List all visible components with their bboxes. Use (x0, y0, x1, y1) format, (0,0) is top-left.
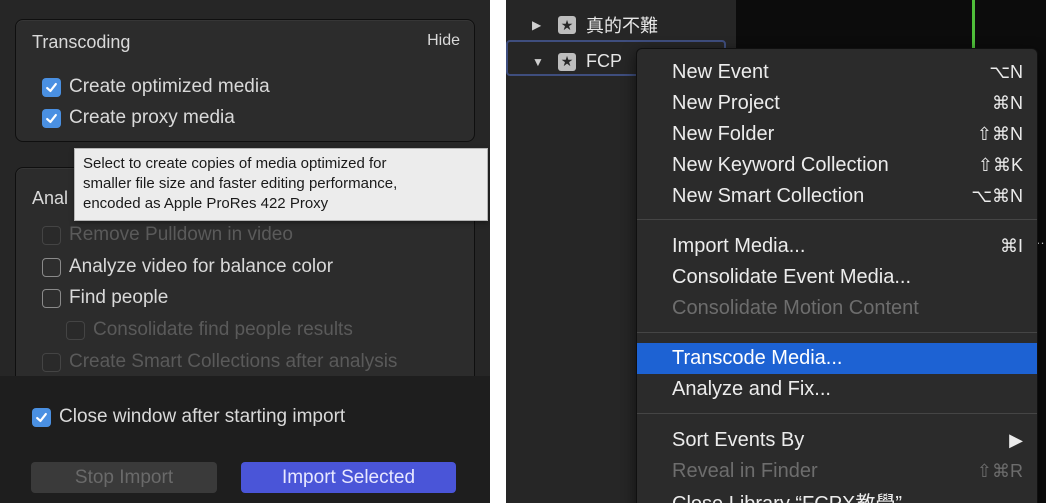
find-people-label: Find people (69, 287, 169, 308)
stop-import-button[interactable]: Stop Import (31, 462, 217, 493)
create-smart-collections-label: Create Smart Collections after analysis (69, 351, 398, 372)
analyze-balance-color-label: Analyze video for balance color (69, 256, 334, 277)
consolidate-find-people-label: Consolidate find people results (93, 319, 353, 340)
consolidate-find-people-checkbox: Consolidate find people results (66, 319, 353, 341)
disclosure-right-icon[interactable]: ▶ (532, 18, 544, 32)
import-selected-button[interactable]: Import Selected (241, 462, 456, 493)
checkmark-icon (42, 108, 61, 128)
disclosure-down-icon[interactable]: ▼ (532, 55, 544, 69)
menu-separator (637, 413, 1037, 414)
shortcut-label: ⌘I (999, 236, 1023, 256)
menu-item-sort-events-by[interactable]: Sort Events By ▶ (637, 425, 1037, 456)
shortcut-label: ⌥⌘N (971, 186, 1023, 206)
menu-item-new-folder[interactable]: New Folder ⇧⌘N (637, 119, 1037, 150)
library-row-label: 真的不難 (586, 16, 658, 36)
shortcut-label: ⌘N (992, 93, 1023, 113)
menu-item-new-smart-collection[interactable]: New Smart Collection ⌥⌘N (637, 181, 1037, 212)
proxy-media-tooltip: Select to create copies of media optimiz… (74, 148, 488, 221)
menu-item-new-keyword-collection[interactable]: New Keyword Collection ⇧⌘K (637, 150, 1037, 181)
submenu-arrow-icon: ▶ (1009, 430, 1023, 450)
menu-item-transcode-media[interactable]: Transcode Media... (637, 343, 1037, 374)
shortcut-label: ⇧⌘K (977, 155, 1023, 175)
checkmark-icon (32, 407, 51, 427)
shortcut-label: ⇧⌘N (976, 124, 1023, 144)
remove-pulldown-label: Remove Pulldown in video (69, 224, 293, 245)
analyze-balance-color-checkbox[interactable]: Analyze video for balance color (42, 256, 333, 278)
menu-item-consolidate-motion-content: Consolidate Motion Content (672, 297, 919, 319)
transcoding-title: Transcoding (32, 32, 131, 52)
library-row-1[interactable]: ▶ ★ 真的不難 (532, 12, 658, 38)
menu-item-analyze-and-fix[interactable]: Analyze and Fix... (637, 374, 1037, 405)
transcoding-section: Transcoding Hide Create optimized media … (15, 19, 475, 142)
star-icon: ★ (558, 16, 576, 34)
create-smart-collections-checkbox: Create Smart Collections after analysis (42, 351, 397, 373)
checkmark-icon (42, 77, 61, 97)
import-options-panel: Transcoding Hide Create optimized media … (0, 0, 490, 503)
find-people-checkbox[interactable]: Find people (42, 287, 168, 309)
menu-separator (637, 219, 1037, 220)
menu-item-reveal-in-finder: Reveal in Finder ⇧⌘R (672, 460, 1023, 482)
menu-item-import-media[interactable]: Import Media... ⌘I (637, 231, 1037, 262)
menu-item-consolidate-event-media[interactable]: Consolidate Event Media... (637, 262, 1037, 293)
remove-pulldown-checkbox: Remove Pulldown in video (42, 224, 293, 246)
context-menu: New Event ⌥N New Project ⌘N New Folder ⇧… (636, 48, 1038, 503)
tooltip-line-3: encoded as Apple ProRes 422 Proxy (83, 195, 329, 212)
tooltip-line-2: smaller file size and faster editing per… (83, 175, 398, 192)
library-row-2[interactable]: ▼ ★ FCP (532, 51, 622, 72)
create-proxy-media-checkbox[interactable]: Create proxy media (42, 107, 235, 129)
create-optimized-media-checkbox[interactable]: Create optimized media (42, 76, 270, 98)
menu-item-new-project[interactable]: New Project ⌘N (637, 88, 1037, 119)
close-window-label: Close window after starting import (59, 406, 346, 427)
menu-item-close-library[interactable]: Close Library “FCPX教學” (637, 486, 1037, 503)
hide-link[interactable]: Hide (427, 32, 460, 50)
menu-separator (637, 332, 1037, 333)
shortcut-label: ⇧⌘R (976, 461, 1023, 481)
analysis-title: Anal (32, 188, 69, 208)
shortcut-label: ⌥N (989, 62, 1023, 82)
library-row-label: FCP (586, 51, 622, 71)
menu-item-new-event[interactable]: New Event ⌥N (637, 57, 1037, 88)
tooltip-line-1: Select to create copies of media optimiz… (83, 155, 387, 172)
close-window-checkbox[interactable]: Close window after starting import (32, 406, 345, 428)
create-optimized-media-label: Create optimized media (69, 76, 270, 97)
create-proxy-media-label: Create proxy media (69, 107, 235, 128)
library-browser-panel: … ▶ ★ 真的不難 ▼ ★ FCP New Event ⌥N New Proj… (506, 0, 1046, 503)
star-icon: ★ (558, 52, 576, 71)
